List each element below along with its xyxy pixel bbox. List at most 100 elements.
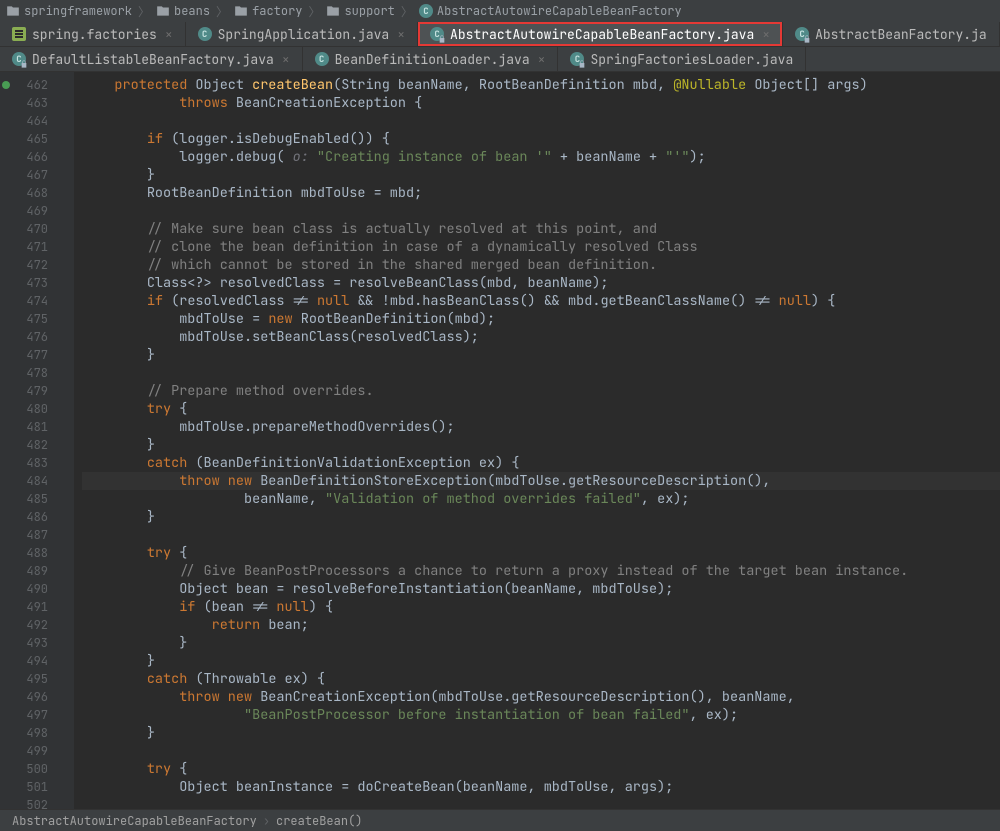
fold-handle[interactable] [58, 454, 74, 472]
editor-tab[interactable]: spring.factories× [0, 22, 186, 46]
fold-handle[interactable] [58, 580, 74, 598]
fold-handle[interactable] [58, 796, 74, 809]
line-number[interactable]: 499 [0, 742, 48, 760]
code-line[interactable]: beanName, "Validation of method override… [82, 490, 1000, 508]
code-line[interactable]: if (resolvedClass != null && !mbd.hasBea… [82, 292, 1000, 310]
breadcrumb-item[interactable]: beans [154, 3, 212, 19]
fold-handle[interactable] [58, 508, 74, 526]
code-area[interactable]: protected Object createBean(String beanN… [74, 72, 1000, 809]
fold-handle[interactable] [58, 724, 74, 742]
fold-handle[interactable] [58, 400, 74, 418]
close-icon[interactable]: × [760, 26, 770, 43]
line-number[interactable]: 479 [0, 382, 48, 400]
code-line[interactable] [82, 742, 1000, 760]
line-number[interactable]: 466 [0, 148, 48, 166]
code-line[interactable]: } [82, 652, 1000, 670]
line-number[interactable]: 475 [0, 310, 48, 328]
line-number[interactable]: 472 [0, 256, 48, 274]
line-number[interactable]: 484 [0, 472, 48, 490]
line-number[interactable]: 494 [0, 652, 48, 670]
line-number[interactable]: 477 [0, 346, 48, 364]
code-line[interactable]: } [82, 436, 1000, 454]
line-number[interactable]: 493 [0, 634, 48, 652]
line-number[interactable]: 481 [0, 418, 48, 436]
line-number[interactable]: 489 [0, 562, 48, 580]
line-number-gutter[interactable]: 4624634644654664674684694704714724734744… [0, 72, 58, 809]
fold-handle[interactable] [58, 526, 74, 544]
breadcrumb-item[interactable]: factory [232, 3, 304, 19]
line-number[interactable]: 462 [0, 76, 48, 94]
fold-handle[interactable] [58, 742, 74, 760]
code-line[interactable]: } [82, 346, 1000, 364]
fold-handle[interactable] [58, 220, 74, 238]
fold-handle[interactable] [58, 616, 74, 634]
code-line[interactable]: } [82, 166, 1000, 184]
code-line[interactable]: logger.debug( o: "Creating instance of b… [82, 148, 1000, 166]
line-number[interactable]: 468 [0, 184, 48, 202]
fold-handle[interactable] [58, 112, 74, 130]
line-number[interactable]: 483 [0, 454, 48, 472]
breadcrumb-item[interactable]: support [324, 3, 396, 19]
code-line[interactable]: mbdToUse = new RootBeanDefinition(mbd); [82, 310, 1000, 328]
code-line[interactable]: // clone the bean definition in case of … [82, 238, 1000, 256]
close-icon[interactable]: × [395, 26, 405, 43]
line-number[interactable]: 490 [0, 580, 48, 598]
breadcrumb-class[interactable]: AbstractAutowireCapableBeanFactory [12, 813, 257, 829]
code-line[interactable]: Object bean = resolveBeforeInstantiation… [82, 580, 1000, 598]
code-line[interactable]: if (bean != null) { [82, 598, 1000, 616]
close-icon[interactable]: × [536, 51, 546, 68]
fold-handle[interactable] [58, 472, 74, 490]
line-number[interactable]: 482 [0, 436, 48, 454]
code-line[interactable]: catch (Throwable ex) { [82, 670, 1000, 688]
code-line[interactable]: } [82, 724, 1000, 742]
line-number[interactable]: 465 [0, 130, 48, 148]
code-line[interactable]: RootBeanDefinition mbdToUse = mbd; [82, 184, 1000, 202]
code-line[interactable]: throw new BeanDefinitionStoreException(m… [82, 472, 1000, 490]
fold-handle[interactable] [58, 346, 74, 364]
code-line[interactable]: mbdToUse.prepareMethodOverrides(); [82, 418, 1000, 436]
fold-gutter[interactable] [58, 72, 74, 809]
line-number[interactable]: 501 [0, 778, 48, 796]
breadcrumb-method[interactable]: createBean() [276, 813, 362, 829]
fold-handle[interactable] [58, 418, 74, 436]
fold-handle[interactable] [58, 598, 74, 616]
structure-breadcrumb[interactable]: AbstractAutowireCapableBeanFactory › cre… [0, 809, 1000, 831]
code-line[interactable]: catch (BeanDefinitionValidationException… [82, 454, 1000, 472]
fold-handle[interactable] [58, 76, 74, 94]
line-number[interactable]: 496 [0, 688, 48, 706]
editor-tab[interactable]: CAbstractBeanFactory.ja [783, 22, 1000, 46]
close-icon[interactable]: × [163, 26, 173, 43]
fold-handle[interactable] [58, 652, 74, 670]
line-number[interactable]: 463 [0, 94, 48, 112]
line-number[interactable]: 467 [0, 166, 48, 184]
line-number[interactable]: 491 [0, 598, 48, 616]
code-line[interactable]: protected Object createBean(String beanN… [82, 76, 1000, 94]
fold-handle[interactable] [58, 292, 74, 310]
fold-handle[interactable] [58, 328, 74, 346]
code-line[interactable]: Class<?> resolvedClass = resolveBeanClas… [82, 274, 1000, 292]
line-number[interactable]: 492 [0, 616, 48, 634]
fold-handle[interactable] [58, 202, 74, 220]
code-line[interactable] [82, 202, 1000, 220]
code-line[interactable]: "BeanPostProcessor before instantiation … [82, 706, 1000, 724]
line-number[interactable]: 488 [0, 544, 48, 562]
code-line[interactable] [82, 364, 1000, 382]
line-number[interactable]: 500 [0, 760, 48, 778]
code-line[interactable]: // which cannot be stored in the shared … [82, 256, 1000, 274]
line-number[interactable]: 485 [0, 490, 48, 508]
editor-tab[interactable]: CSpringApplication.java× [186, 22, 418, 46]
fold-handle[interactable] [58, 544, 74, 562]
fold-handle[interactable] [58, 166, 74, 184]
fold-handle[interactable] [58, 670, 74, 688]
line-number[interactable]: 486 [0, 508, 48, 526]
line-number[interactable]: 474 [0, 292, 48, 310]
line-number[interactable]: 469 [0, 202, 48, 220]
code-line[interactable]: Object beanInstance = doCreateBean(beanN… [82, 778, 1000, 796]
fold-handle[interactable] [58, 490, 74, 508]
code-line[interactable] [82, 526, 1000, 544]
fold-handle[interactable] [58, 364, 74, 382]
line-number[interactable]: 502 [0, 796, 48, 809]
editor-tab[interactable]: CDefaultListableBeanFactory.java× [0, 47, 303, 71]
editor-tab[interactable]: CSpringFactoriesLoader.java [558, 47, 806, 71]
line-number[interactable]: 471 [0, 238, 48, 256]
